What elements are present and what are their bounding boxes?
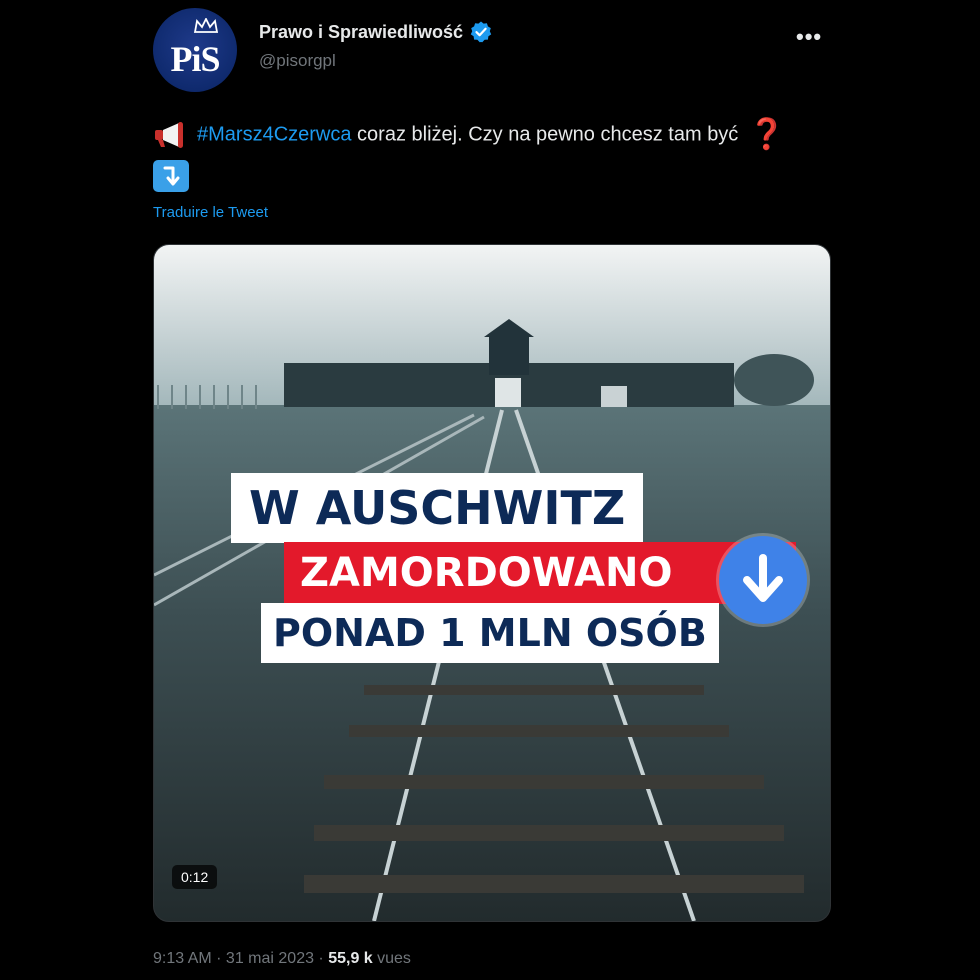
verified-badge-icon [470,21,492,43]
views-count: 55,9 k [328,950,373,967]
red-question-mark-icon: ❓ [748,118,786,151]
author-name-row[interactable]: Prawo i Sprawiedliwość [259,20,493,44]
author-name[interactable]: Prawo i Sprawiedliwość [259,22,463,43]
avatar[interactable]: PiS [153,8,237,92]
avatar-logo: PiS [170,39,220,79]
tweet-meta: 9:13 AM · 31 mai 2023 · 55,9 k vues [153,950,411,968]
tweet-text: #Marsz4Czerwca coraz bliżej. Czy na pewn… [153,120,833,150]
video-duration: 0:12 [172,865,218,889]
more-options-icon[interactable]: ••• [796,24,822,50]
overlay-line-1: W AUSCHWITZ [231,473,644,543]
arrow-down-right-icon [153,160,189,192]
crown-icon [193,18,219,33]
views-label: vues [372,950,411,967]
translate-tweet-link[interactable]: Traduire le Tweet [153,204,268,221]
hashtag-link[interactable]: #Marsz4Czerwca [197,123,351,145]
download-arrow-icon [743,554,783,602]
video-player[interactable]: W AUSCHWITZ ZAMORDOWANO PONAD 1 MLN OSÓB… [153,244,831,922]
download-button[interactable] [719,536,807,624]
author-handle[interactable]: @pisorgpl [259,51,336,71]
megaphone-icon [155,122,183,148]
tweet-timestamp[interactable]: 9:13 AM · 31 mai 2023 · [153,950,328,967]
overlay-line-3: PONAD 1 MLN OSÓB [261,603,719,663]
tweet-body: coraz bliżej. Czy na pewno chcesz tam by… [351,123,739,146]
